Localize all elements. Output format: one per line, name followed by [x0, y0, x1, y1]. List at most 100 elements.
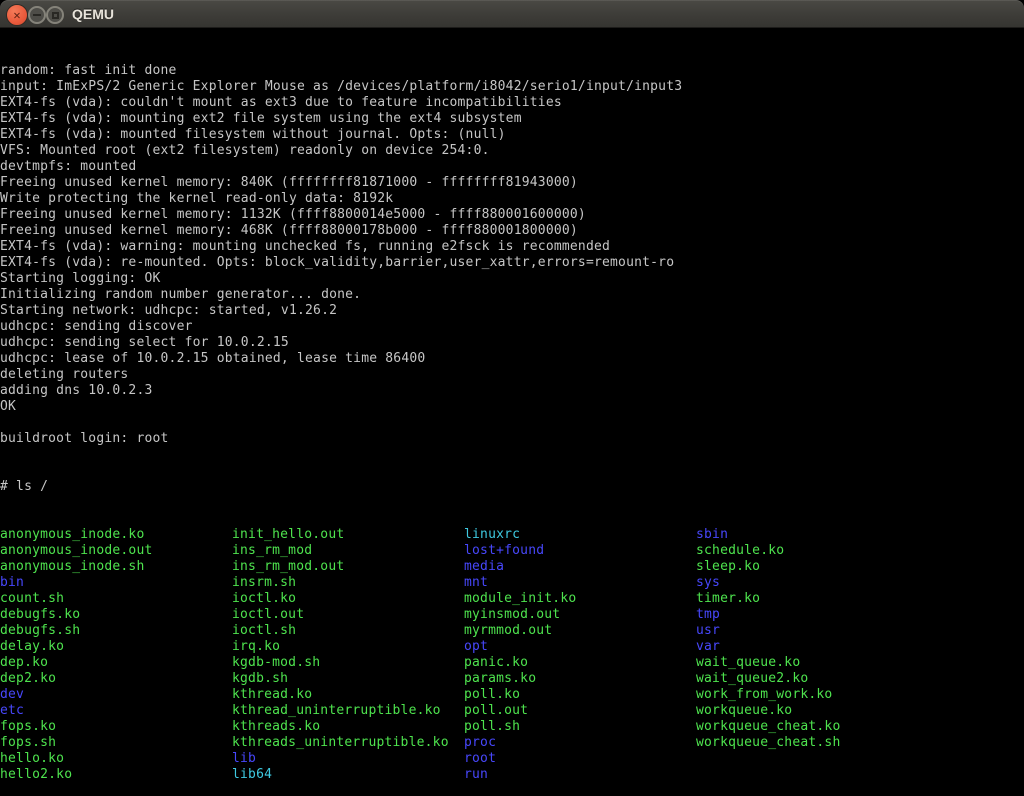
ls-entry: params.ko [464, 671, 696, 687]
terminal-line: buildroot login: root [0, 431, 1024, 447]
ls-entry: myinsmod.out [464, 607, 696, 623]
ls-entry: proc [464, 735, 696, 751]
ls-entry: lost+found [464, 543, 696, 559]
terminal-line: EXT4-fs (vda): couldn't mount as ext3 du… [0, 95, 1024, 111]
ls-entry: anonymous_inode.ko [0, 527, 232, 543]
maximize-icon [52, 12, 59, 19]
terminal-line: input: ImExPS/2 Generic Explorer Mouse a… [0, 79, 1024, 95]
ls-entry: kgdb.sh [232, 671, 464, 687]
ls-entry: poll.out [464, 703, 696, 719]
ls-entry: workqueue_cheat.ko [696, 719, 840, 735]
terminal-line [0, 415, 1024, 431]
terminal-line: udhcpc: sending select for 10.0.2.15 [0, 335, 1024, 351]
close-icon: ✕ [13, 9, 20, 21]
ls-entry: kthreads.ko [232, 719, 464, 735]
terminal-line: Freeing unused kernel memory: 840K (ffff… [0, 175, 1024, 191]
terminal-line: VFS: Mounted root (ext2 filesystem) read… [0, 143, 1024, 159]
ls-entry: panic.ko [464, 655, 696, 671]
minimize-button[interactable] [28, 6, 46, 24]
ls-entry: schedule.ko [696, 543, 784, 559]
ls-entry: anonymous_inode.out [0, 543, 232, 559]
ls-entry: var [696, 639, 720, 655]
ls-entry: init_hello.out [232, 527, 464, 543]
ls-entry: fops.sh [0, 735, 232, 751]
ls-entry: dep.ko [0, 655, 232, 671]
terminal-line: Freeing unused kernel memory: 1132K (fff… [0, 207, 1024, 223]
window-title: QEMU [72, 0, 114, 28]
ls-entry: etc [0, 703, 232, 719]
titlebar[interactable]: ✕ QEMU [0, 0, 1024, 28]
ls-entry: timer.ko [696, 591, 760, 607]
ls-entry: ioctl.ko [232, 591, 464, 607]
terminal-line: count.shioctl.komodule_init.kotimer.ko [0, 591, 1024, 607]
minimize-icon [33, 14, 41, 16]
ls-entry: usr [696, 623, 720, 639]
boot-log: random: fast init doneinput: ImExPS/2 Ge… [0, 63, 1024, 447]
ls-entry: myrmmod.out [464, 623, 696, 639]
ls-entry: sbin [696, 527, 728, 543]
terminal-line: OK [0, 399, 1024, 415]
ls-entry: kthreads_uninterruptible.ko [232, 735, 464, 751]
terminal-line: Initializing random number generator... … [0, 287, 1024, 303]
terminal-line: Write protecting the kernel read-only da… [0, 191, 1024, 207]
terminal-line: EXT4-fs (vda): mounting ext2 file system… [0, 111, 1024, 127]
ls-entry: poll.ko [464, 687, 696, 703]
ls-entry: ins_rm_mod [232, 543, 464, 559]
ls-entry: module_init.ko [464, 591, 696, 607]
terminal-line: dep.kokgdb-mod.shpanic.kowait_queue.ko [0, 655, 1024, 671]
terminal-line: Starting network: udhcpc: started, v1.26… [0, 303, 1024, 319]
terminal-line: dep2.kokgdb.shparams.kowait_queue2.ko [0, 671, 1024, 687]
maximize-button[interactable] [46, 6, 64, 24]
terminal-line: hello.kolibroot [0, 751, 1024, 767]
ls-entry: kthread_uninterruptible.ko [232, 703, 464, 719]
terminal-line: anonymous_inode.shins_rm_mod.outmediasle… [0, 559, 1024, 575]
close-button[interactable]: ✕ [6, 4, 28, 26]
terminal-line: debugfs.shioctl.shmyrmmod.outusr [0, 623, 1024, 639]
terminal-line: udhcpc: sending discover [0, 319, 1024, 335]
ls-entry: workqueue.ko [696, 703, 792, 719]
ls-entry: count.sh [0, 591, 232, 607]
ls-command-line: # ls / [0, 479, 1024, 495]
ls-entry: sleep.ko [696, 559, 760, 575]
ls-entry: delay.ko [0, 639, 232, 655]
ls-entry: anonymous_inode.sh [0, 559, 232, 575]
ls-entry: work_from_work.ko [696, 687, 832, 703]
terminal-line: fops.kokthreads.kopoll.shworkqueue_cheat… [0, 719, 1024, 735]
terminal-line: Starting logging: OK [0, 271, 1024, 287]
terminal-line: devkthread.kopoll.kowork_from_work.ko [0, 687, 1024, 703]
ls-entry: mnt [464, 575, 696, 591]
terminal-line: udhcpc: lease of 10.0.2.15 obtained, lea… [0, 351, 1024, 367]
ls-entry: ins_rm_mod.out [232, 559, 464, 575]
terminal-line: bininsrm.shmntsys [0, 575, 1024, 591]
terminal-line: delay.koirq.kooptvar [0, 639, 1024, 655]
terminal-line: deleting routers [0, 367, 1024, 383]
terminal-line: EXT4-fs (vda): warning: mounting uncheck… [0, 239, 1024, 255]
terminal-line: debugfs.koioctl.outmyinsmod.outtmp [0, 607, 1024, 623]
terminal-line: devtmpfs: mounted [0, 159, 1024, 175]
terminal-line: fops.shkthreads_uninterruptible.koprocwo… [0, 735, 1024, 751]
ls-entry: media [464, 559, 696, 575]
terminal-line: anonymous_inode.outins_rm_modlost+founds… [0, 543, 1024, 559]
ls-entry: kgdb-mod.sh [232, 655, 464, 671]
ls-entry: opt [464, 639, 696, 655]
terminal-line: etckthread_uninterruptible.kopoll.outwor… [0, 703, 1024, 719]
ls-entry: hello.ko [0, 751, 232, 767]
ls-entry: kthread.ko [232, 687, 464, 703]
terminal-line: anonymous_inode.koinit_hello.outlinuxrcs… [0, 527, 1024, 543]
terminal-line: EXT4-fs (vda): re-mounted. Opts: block_v… [0, 255, 1024, 271]
terminal-line: random: fast init done [0, 63, 1024, 79]
ls-entry: dep2.ko [0, 671, 232, 687]
terminal-line: adding dns 10.0.2.3 [0, 383, 1024, 399]
ls-entry: workqueue_cheat.sh [696, 735, 840, 751]
ls-entry: wait_queue.ko [696, 655, 800, 671]
terminal-line: Freeing unused kernel memory: 468K (ffff… [0, 223, 1024, 239]
terminal-screen[interactable]: random: fast init doneinput: ImExPS/2 Ge… [0, 28, 1024, 796]
ls-entry: lib [232, 751, 464, 767]
ls-entry: ioctl.out [232, 607, 464, 623]
terminal-line: hello2.kolib64run [0, 767, 1024, 783]
ls-entry: dev [0, 687, 232, 703]
ls-entry: sys [696, 575, 720, 591]
ls-entry: run [464, 767, 696, 783]
ls-entry: hello2.ko [0, 767, 232, 783]
ls-output: anonymous_inode.koinit_hello.outlinuxrcs… [0, 527, 1024, 783]
